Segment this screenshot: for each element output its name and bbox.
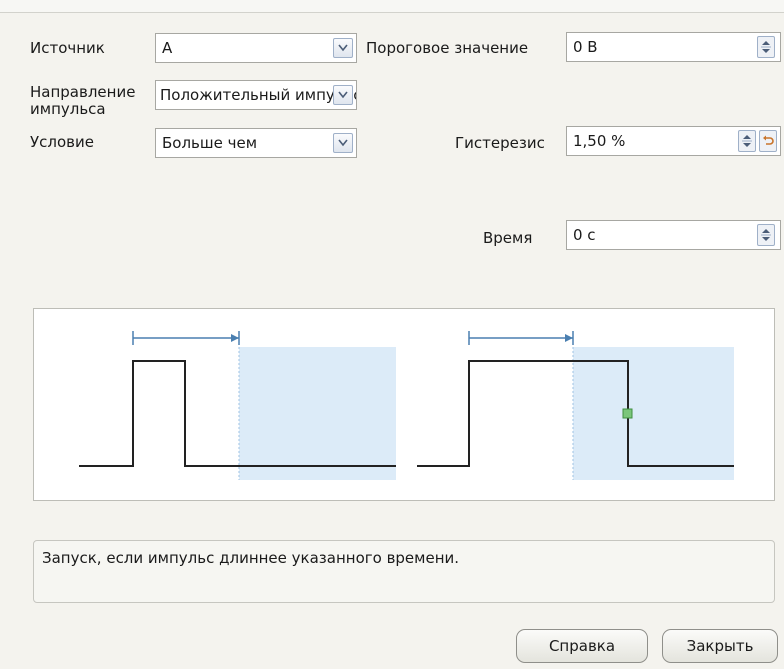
condition-value: Больше чем [162,134,258,152]
time-spinner-icon[interactable] [757,224,775,246]
threshold-value: 0 В [573,38,598,56]
direction-value: Положительный импульс [160,86,357,104]
undo-icon[interactable] [759,130,777,152]
description-box: Запуск, если импульс длиннее указанного … [33,540,775,603]
direction-label: Направление [30,83,136,101]
time-label: Время [483,229,533,247]
chevron-down-icon[interactable] [333,133,353,153]
time-input[interactable]: 0 с [566,220,781,250]
condition-label: Условие [30,133,94,151]
source-label: Источник [30,39,105,57]
divider [0,12,784,13]
threshold-label: Пороговое значение [366,39,529,57]
trigger-preview [33,308,775,501]
left-highlight-region [239,347,396,480]
time-value: 0 с [573,226,596,244]
hysteresis-value: 1,50 % [573,132,626,150]
chevron-down-icon[interactable] [333,38,353,58]
right-highlight-region [573,347,734,480]
pulse-diagram [79,331,734,480]
direction-dropdown[interactable]: Положительный импульс [155,80,357,110]
close-button[interactable]: Закрыть [662,629,778,663]
source-value: A [162,39,173,57]
threshold-input[interactable]: 0 В [566,32,781,62]
description-text: Запуск, если импульс длиннее указанного … [42,549,460,567]
source-dropdown[interactable]: A [155,33,357,63]
trigger-point-marker [622,408,633,419]
threshold-spinner-icon[interactable] [757,36,775,58]
dialog-top-area [0,0,784,12]
hysteresis-label: Гистерезис [455,134,545,152]
chevron-down-icon[interactable] [333,85,353,105]
condition-dropdown[interactable]: Больше чем [155,128,357,158]
hysteresis-spinner-icon[interactable] [738,130,756,152]
direction-label-line2: импульса [30,100,106,118]
help-button[interactable]: Справка [516,629,648,663]
